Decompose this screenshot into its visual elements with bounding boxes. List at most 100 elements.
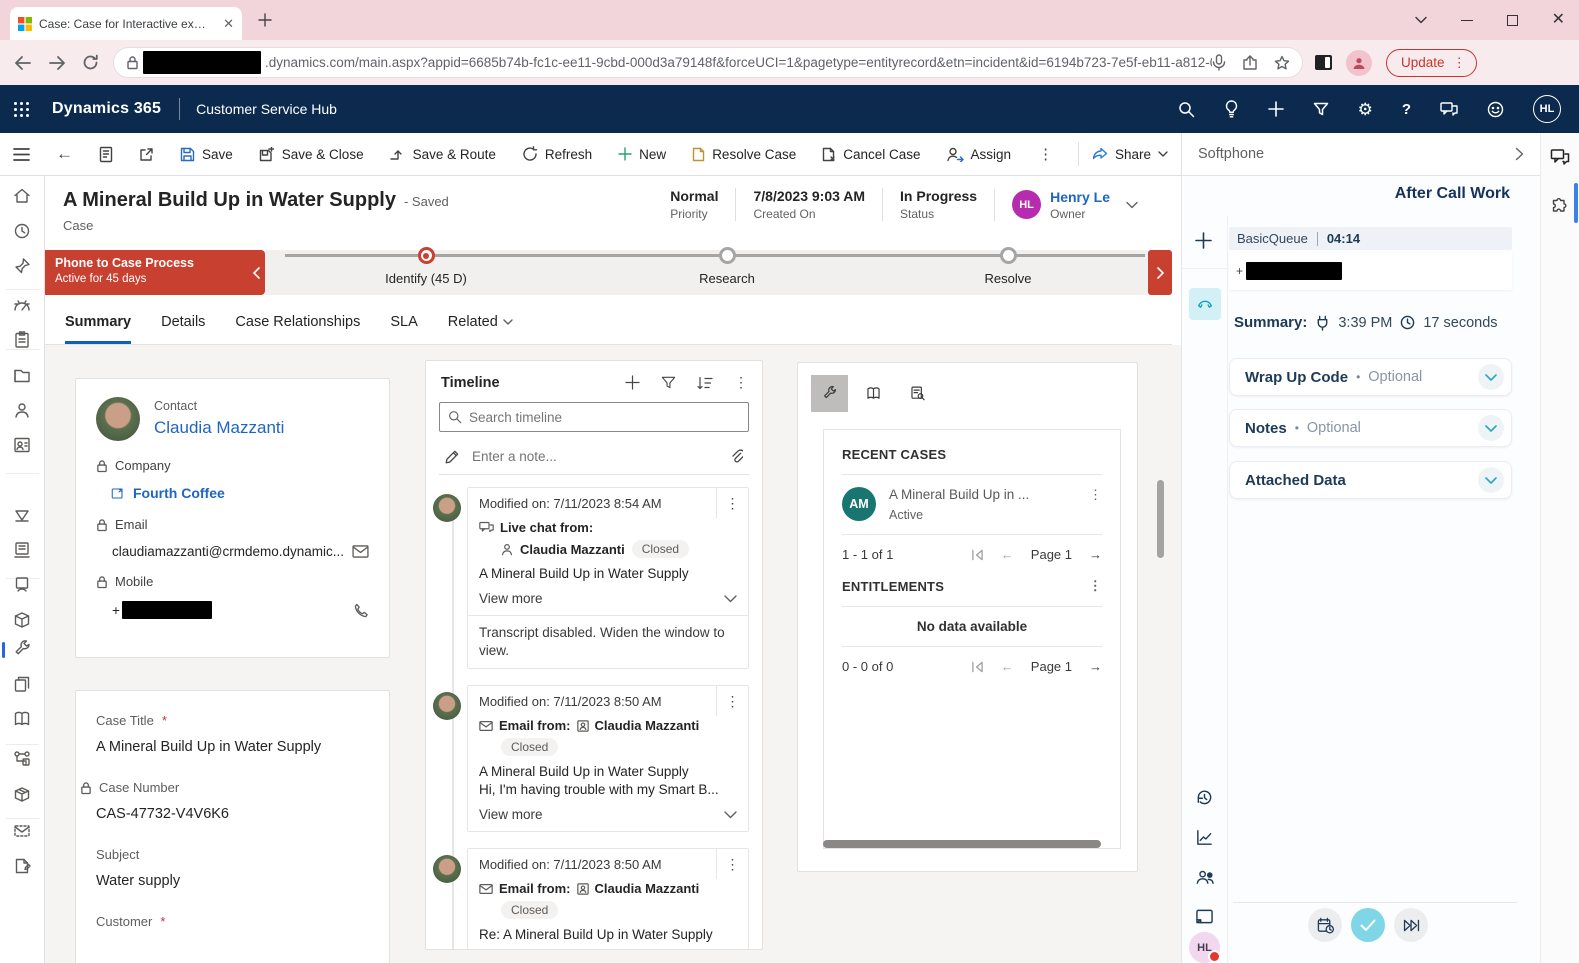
tool-wrench-tab[interactable] (811, 375, 848, 412)
command-overflow-icon[interactable]: ⋮ (1024, 145, 1067, 163)
maximize-icon[interactable] (1507, 15, 1518, 26)
reload-icon[interactable] (82, 54, 99, 71)
edit-document-icon[interactable] (12, 856, 32, 876)
cancel-case-button[interactable]: Cancel Case (809, 133, 933, 175)
process-next-chevron-icon[interactable] (1148, 250, 1172, 295)
vertical-scrollbar[interactable] (1157, 480, 1164, 558)
new-button[interactable]: New (605, 133, 679, 175)
assign-button[interactable]: Assign (934, 133, 1025, 175)
company-value-link[interactable]: Fourth Coffee (110, 485, 369, 501)
entitlements-more-icon[interactable]: ⋮ (1089, 578, 1102, 594)
app-name[interactable]: Customer Service Hub (196, 101, 337, 117)
lightbulb-icon[interactable] (1224, 100, 1239, 118)
timeline-entry-live-chat[interactable]: Modified on: 7/11/2023 8:54 AM ⋮ Live ch… (467, 487, 749, 669)
view-more-row[interactable]: View more (479, 807, 737, 822)
queues-icon[interactable] (12, 505, 32, 525)
process-prev-chevron-icon[interactable] (248, 250, 265, 295)
tab-sla[interactable]: SLA (390, 300, 417, 344)
back-icon[interactable] (14, 55, 32, 71)
stage-research[interactable]: Research (647, 247, 807, 286)
entry-from-name[interactable]: Claudia Mazzanti (595, 718, 700, 733)
notes-accordion[interactable]: Notes • Optional (1229, 409, 1512, 447)
next-page-icon[interactable]: → (1089, 659, 1102, 674)
new-session-plus-icon[interactable] (1195, 232, 1212, 249)
stage-resolve[interactable]: Resolve (928, 247, 1088, 286)
history-icon[interactable] (1195, 788, 1214, 807)
browser-tab[interactable]: Case: Case for Interactive experie ✕ (10, 7, 242, 40)
process-flag[interactable]: Phone to Case Process Active for 45 days (45, 250, 248, 295)
book-icon[interactable] (12, 709, 32, 729)
feedback-chat-icon[interactable] (1440, 101, 1458, 117)
entry-from-name[interactable]: Claudia Mazzanti (520, 542, 625, 557)
entry-more-icon[interactable]: ⋮ (716, 488, 748, 518)
insights-doc-icon[interactable] (12, 575, 32, 595)
recent-case-more-icon[interactable]: ⋮ (1089, 487, 1102, 503)
timeline-add-icon[interactable] (625, 375, 640, 390)
quick-create-plus-icon[interactable] (1268, 101, 1284, 117)
mobile-value[interactable]: + (112, 601, 369, 619)
entry-more-icon[interactable]: ⋮ (716, 686, 748, 716)
entry-more-icon[interactable]: ⋮ (716, 849, 748, 879)
stage-research-dot[interactable] (719, 247, 736, 264)
browser-profile-avatar[interactable] (1346, 50, 1372, 76)
owner-avatar[interactable]: HL (1012, 190, 1041, 219)
share-page-icon[interactable] (1242, 55, 1258, 71)
bookmark-star-icon[interactable] (1274, 55, 1290, 71)
browser-update-button[interactable]: Update ⋮ (1386, 49, 1477, 77)
tab-case-relationships[interactable]: Case Relationships (235, 300, 360, 344)
timeline-entry-email-2[interactable]: Modified on: 7/11/2023 8:50 AM ⋮ Email f… (467, 848, 749, 950)
help-icon[interactable]: ? (1402, 102, 1411, 117)
smiley-icon[interactable] (1487, 101, 1504, 118)
schedule-callback-button[interactable] (1308, 908, 1342, 942)
attach-paperclip-icon[interactable] (730, 448, 743, 464)
plugin-puzzle-icon[interactable] (1550, 197, 1569, 216)
url-bar[interactable]: .dynamics.com/main.aspx?appid=6685b74b-f… (113, 47, 1303, 78)
attached-data-accordion[interactable]: Attached Data (1229, 461, 1512, 499)
contacts-people-icon[interactable] (1195, 868, 1215, 886)
active-call-session-icon[interactable] (1189, 288, 1221, 320)
complete-acw-check-button[interactable] (1351, 908, 1385, 942)
prev-page-icon[interactable]: ← (1001, 659, 1014, 674)
entry-from-name[interactable]: Claudia Mazzanti (595, 881, 700, 896)
hamburger-icon[interactable] (0, 133, 43, 175)
prev-page-icon[interactable]: ← (1001, 547, 1014, 562)
stage-identify-dot[interactable] (418, 247, 435, 264)
contacts-icon[interactable] (12, 400, 32, 420)
first-page-icon[interactable] (971, 661, 984, 673)
browser-menu-kebab-icon[interactable]: ⋮ (1453, 55, 1467, 71)
send-email-icon[interactable] (352, 545, 369, 558)
browser-sidebar-icon[interactable] (1315, 55, 1332, 70)
window-menu-icon[interactable] (1415, 16, 1427, 24)
view-more-row[interactable]: View more (479, 591, 737, 606)
contact-name-link[interactable]: Claudia Mazzanti (154, 418, 284, 438)
package-icon[interactable] (12, 784, 32, 804)
wrap-up-code-accordion[interactable]: Wrap Up Code • Optional (1229, 358, 1512, 396)
contact-photo[interactable] (96, 397, 140, 441)
settings-gear-icon[interactable]: ⚙ (1358, 101, 1373, 118)
timeline-sort-icon[interactable] (697, 376, 713, 390)
form-selector-icon[interactable] (86, 133, 126, 175)
flow-status-icon[interactable] (12, 749, 32, 769)
resolve-case-button[interactable]: Resolve Case (679, 133, 809, 175)
timeline-filter-icon[interactable] (661, 375, 676, 390)
owner-field[interactable]: HL Henry Le Owner (994, 189, 1120, 221)
agent-presence-avatar[interactable]: HL (1189, 932, 1220, 963)
tool-book-tab[interactable] (855, 375, 892, 412)
brand-title[interactable]: Dynamics 365 (52, 100, 161, 118)
services-wrench-icon[interactable] (12, 639, 32, 659)
search-icon[interactable] (1178, 101, 1195, 118)
analytics-chart-icon[interactable] (1195, 828, 1214, 847)
new-tab-icon[interactable] (258, 13, 272, 27)
horizontal-scrollbar[interactable] (823, 840, 1101, 848)
save-button[interactable]: Save (167, 133, 246, 175)
stage-resolve-dot[interactable] (1000, 247, 1017, 264)
expand-chevron-icon[interactable] (1478, 364, 1504, 390)
collapse-pane-chevron-icon[interactable] (1515, 147, 1524, 161)
owner-name-link[interactable]: Henry Le (1050, 189, 1110, 205)
dashboards-icon[interactable] (12, 296, 32, 316)
expand-chevron-icon[interactable] (1478, 467, 1504, 493)
share-button[interactable]: Share (1079, 147, 1181, 162)
next-page-icon[interactable]: → (1089, 547, 1102, 562)
activities-clipboard-icon[interactable] (12, 330, 32, 350)
rail-scrollbar[interactable] (1574, 183, 1578, 223)
